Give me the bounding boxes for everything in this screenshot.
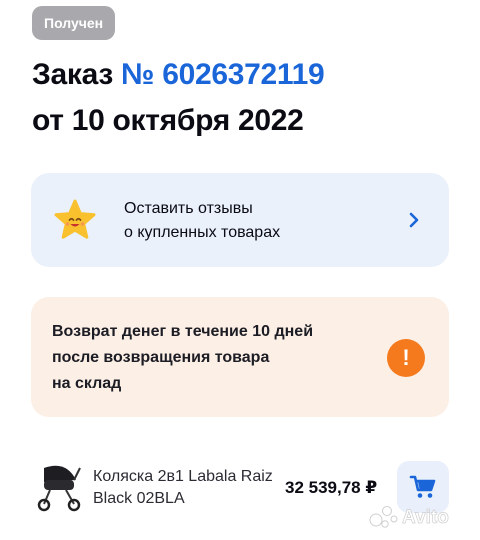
leave-review-text: Оставить отзывы о купленных товарах — [124, 197, 280, 245]
status-badge: Получен — [32, 6, 116, 40]
exclamation-icon: ! — [387, 339, 425, 377]
chevron-right-icon[interactable] — [407, 211, 421, 229]
refund-line3: на склад — [52, 375, 122, 392]
order-title-prefix: Заказ — [32, 58, 113, 91]
avito-watermark-logo: Avito — [369, 506, 449, 528]
smiling-star-icon — [54, 199, 96, 239]
review-line2: о купленных товарах — [124, 224, 281, 241]
leave-review-card[interactable]: Оставить отзывы о купленных товарах — [31, 173, 449, 267]
refund-line1: Возврат денег в течение 10 дней — [52, 323, 314, 340]
product-name-line1: Коляска 2в1 Labala Raiz — [93, 468, 273, 485]
stroller-image — [37, 465, 81, 512]
refund-line2: после возвращения товара — [52, 349, 270, 366]
avito-watermark-text: Avito — [402, 507, 449, 528]
refund-info-card: Возврат денег в течение 10 дней после во… — [31, 297, 449, 417]
product-name-line2: Black 02BLA — [93, 490, 185, 507]
product-price: 32 539,78 ₽ — [285, 478, 378, 497]
product-name[interactable]: Коляска 2в1 Labala Raiz Black 02BLA — [93, 466, 278, 510]
order-date: от 10 октября 2022 — [32, 104, 304, 137]
order-title-line1: Заказ № 6026372119 — [32, 52, 325, 98]
review-line1: Оставить отзывы — [124, 200, 253, 217]
cart-icon — [409, 475, 436, 498]
refund-info-text: Возврат денег в течение 10 дней после во… — [52, 319, 313, 397]
order-title: Заказ № 6026372119 от 10 октября 2022 — [32, 52, 325, 144]
order-number: № 6026372119 — [121, 58, 325, 91]
